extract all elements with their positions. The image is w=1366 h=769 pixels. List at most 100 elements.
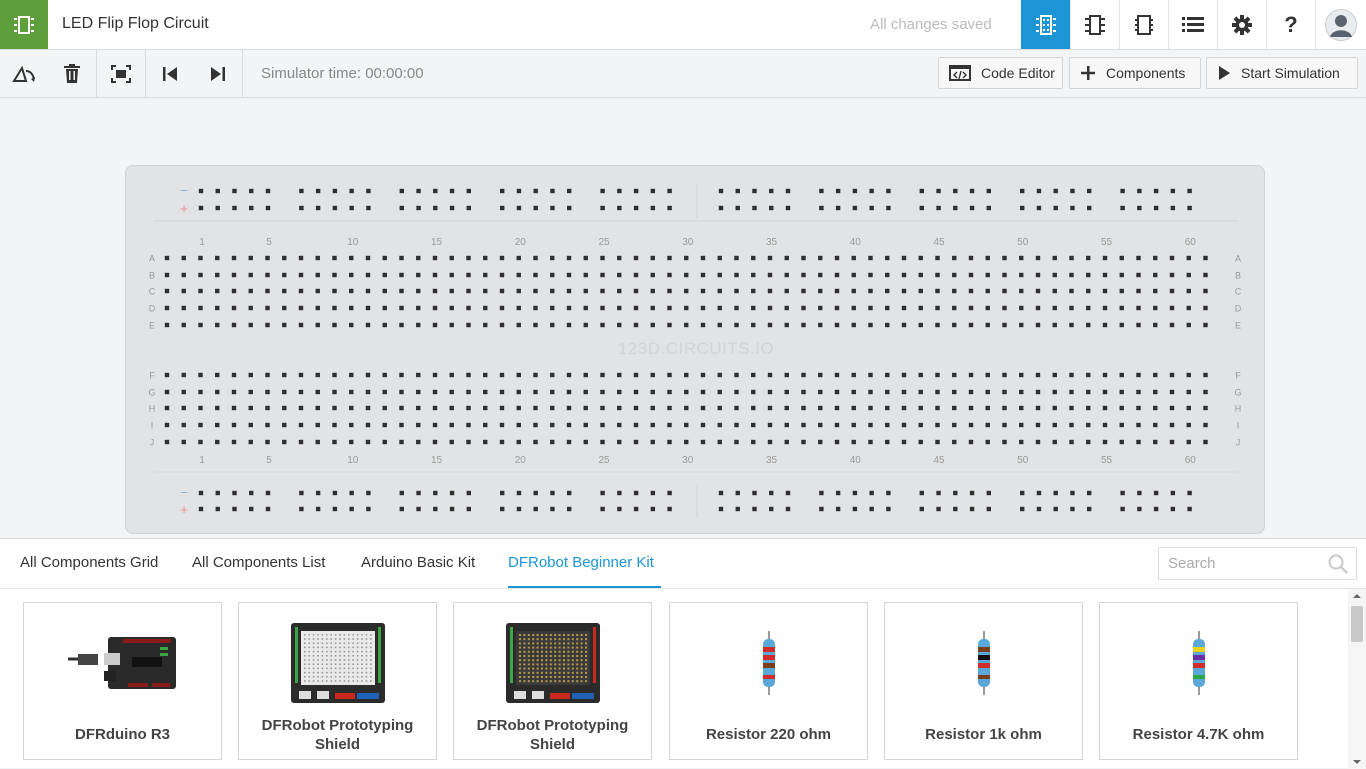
rotate-button[interactable]	[0, 50, 48, 97]
pcb-view-button[interactable]	[1119, 0, 1168, 49]
breadboard-hole	[416, 439, 421, 445]
breadboard-hole	[650, 288, 655, 294]
mini-hole	[544, 659, 547, 662]
fit-to-view-button[interactable]	[97, 50, 145, 97]
component-card-resistor-1k-ohm[interactable]: Resistor 1k ohm	[884, 602, 1083, 760]
component-card-dfrduino-r3[interactable]: DFRduino R3	[23, 602, 222, 760]
breadboard-hole	[215, 288, 220, 294]
start-simulation-button[interactable]: Start Simulation	[1206, 57, 1358, 89]
breadboard[interactable]: A A B B C C D D E E F F G G H H I I J J 1 1 5 5 10 10 15 15 20 20 25 25…	[125, 165, 1265, 534]
user-avatar-button[interactable]	[1315, 0, 1366, 49]
delete-button[interactable]	[48, 50, 96, 97]
mini-hole	[566, 680, 569, 683]
breadboard-hole	[968, 272, 974, 278]
breadboard-hole	[215, 305, 220, 311]
components-button[interactable]: Components	[1069, 57, 1201, 89]
breadboard-hole	[968, 405, 974, 411]
component-card-dfrobot-prototyping-shield-2[interactable]: DFRobot Prototyping Shield	[453, 602, 652, 760]
mini-hole	[316, 642, 319, 644]
fit-view-icon	[111, 64, 131, 83]
scroll-down-icon[interactable]	[1348, 755, 1366, 769]
tab-all-components-grid[interactable]: All Components Grid	[20, 554, 158, 571]
breadboard-hole	[1019, 255, 1024, 261]
tab-dfrobot-beginner-kit[interactable]: DFRobot Beginner Kit	[508, 554, 654, 571]
component-card-dfrobot-prototyping-shield-1[interactable]: DFRobot Prototyping Shield	[238, 602, 437, 760]
breadboard-hole	[650, 272, 655, 278]
breadboard-hole	[1186, 305, 1191, 311]
mini-hole	[566, 659, 569, 662]
breadboard-hole	[265, 272, 270, 278]
breadboard-hole	[181, 422, 186, 428]
mini-hole	[307, 634, 310, 636]
breadboard-hole	[349, 272, 354, 278]
breadboard-hole	[952, 272, 957, 278]
mini-hole	[566, 671, 569, 674]
rail-hole	[785, 506, 791, 512]
component-name: DFRduino R3	[75, 726, 170, 743]
help-button[interactable]: ?	[1266, 0, 1315, 49]
breadboard-hole	[399, 288, 404, 294]
breadboard-hole	[298, 255, 304, 261]
mini-hole	[518, 659, 521, 662]
chip-icon	[14, 15, 34, 34]
breadboard-hole	[885, 372, 890, 378]
breadboard-hole	[566, 272, 572, 278]
step-back-button[interactable]	[146, 50, 194, 97]
breadboard-hole	[1002, 439, 1007, 445]
mini-hole	[544, 646, 547, 649]
scrollbar-thumb[interactable]	[1351, 606, 1363, 642]
mini-hole	[540, 676, 543, 678]
breadboard-hole	[784, 305, 789, 311]
bom-list-button[interactable]	[1168, 0, 1217, 49]
app-logo[interactable]	[0, 0, 48, 49]
mini-hole	[575, 680, 578, 683]
breadboard-hole	[298, 422, 304, 428]
project-title[interactable]: LED Flip Flop Circuit	[62, 15, 209, 33]
breadboard-hole	[868, 405, 873, 411]
breadboard-hole	[483, 405, 488, 411]
mini-hole	[558, 680, 561, 683]
breadboard-hole	[1153, 322, 1158, 328]
breadboard-hole	[767, 389, 773, 395]
breadboard-hole	[231, 389, 237, 395]
mini-hole	[325, 667, 328, 670]
tab-arduino-basic-kit[interactable]: Arduino Basic Kit	[361, 554, 475, 571]
settings-button[interactable]	[1217, 0, 1266, 49]
component-card-resistor-4-7k-ohm[interactable]: Resistor 4.7K ohm	[1099, 602, 1298, 760]
mini-hole	[329, 676, 332, 678]
breadboard-hole	[282, 272, 287, 278]
rail-hole	[1020, 205, 1025, 211]
mini-hole	[584, 655, 587, 657]
search-icon[interactable]	[1328, 554, 1348, 574]
mini-hole	[316, 646, 319, 649]
tab-all-components-list[interactable]: All Components List	[192, 554, 325, 571]
breadboard-hole	[1052, 322, 1057, 328]
breadboard-hole	[918, 288, 923, 294]
breadboard-hole	[818, 305, 823, 311]
rail-hole	[1070, 205, 1075, 211]
component-card-resistor-220-ohm[interactable]: Resistor 220 ohm	[669, 602, 868, 760]
scroll-up-icon[interactable]	[1348, 589, 1366, 603]
rail-hole	[198, 188, 204, 194]
mini-hole	[369, 634, 372, 636]
code-editor-button[interactable]: Code Editor	[938, 57, 1063, 89]
breadboard-hole	[583, 322, 588, 328]
rail-hole	[650, 205, 656, 211]
rail-hole	[516, 506, 522, 512]
mini-hole	[369, 659, 372, 661]
breadboard-hole	[885, 422, 890, 428]
panel-scrollbar[interactable]	[1348, 589, 1366, 769]
breadboard-hole	[298, 389, 304, 395]
breadboard-hole	[1153, 372, 1158, 378]
mini-hole	[307, 638, 310, 640]
rail-hole	[449, 188, 455, 194]
breadboard-hole	[600, 272, 605, 278]
schematic-view-button[interactable]	[1070, 0, 1119, 49]
mini-hole	[369, 663, 372, 665]
step-forward-button[interactable]	[194, 50, 242, 97]
rail-hole	[315, 506, 321, 512]
component-thumbnail	[885, 618, 1082, 708]
mini-hole	[553, 667, 556, 670]
breadboard-view-button[interactable]	[1021, 0, 1070, 49]
breadboard-hole	[667, 255, 672, 261]
